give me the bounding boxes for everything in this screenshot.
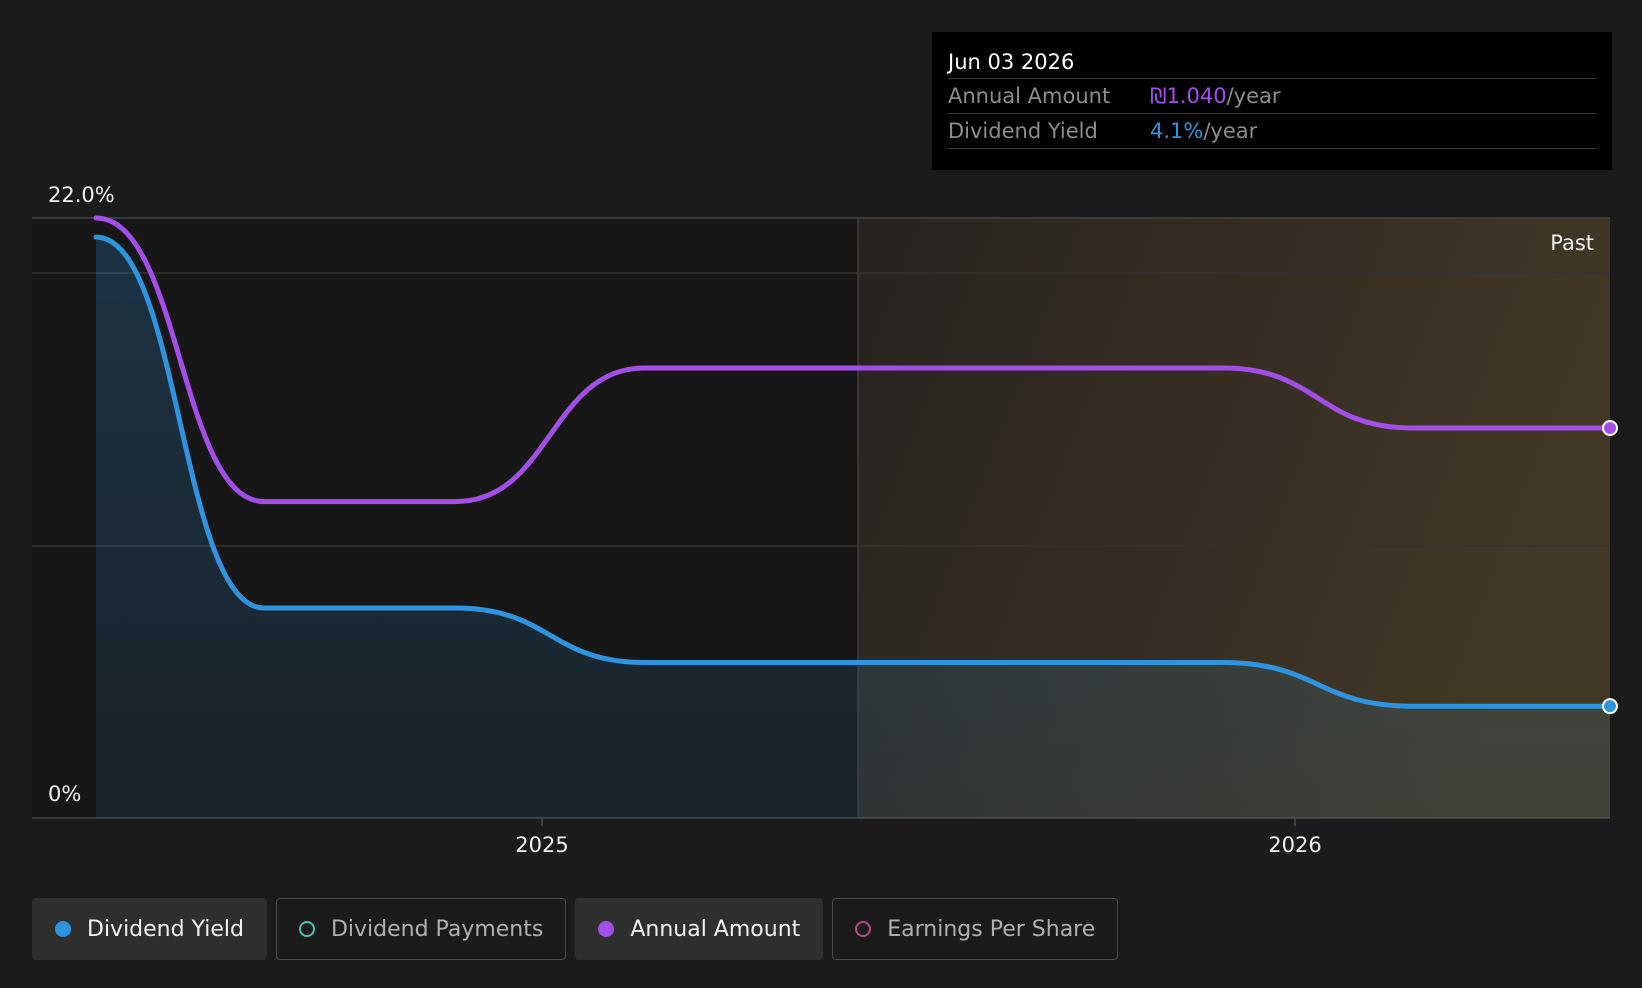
legend-item-annual-amount[interactable]: Annual Amount	[575, 898, 824, 960]
x-tick-label: 2025	[515, 833, 568, 857]
tooltip-value: ₪1.040	[1150, 84, 1227, 108]
dividend-yield-end-point	[1602, 698, 1618, 715]
tooltip-value: 4.1%	[1150, 119, 1204, 143]
legend-item-earnings-per-share[interactable]: Earnings Per Share	[832, 898, 1119, 960]
legend-label: Earnings Per Share	[887, 916, 1096, 942]
legend-dot-icon	[298, 921, 315, 937]
x-tick-label: 2026	[1268, 833, 1321, 857]
legend-label: Annual Amount	[630, 916, 801, 942]
tooltip-label: Dividend Yield	[948, 119, 1098, 143]
legend-item-dividend-yield[interactable]: Dividend Yield	[32, 898, 267, 960]
legend-item-dividend-payments[interactable]: Dividend Payments	[275, 898, 567, 960]
past-label: Past	[1550, 231, 1594, 255]
tooltip-suffix: /year	[1203, 119, 1258, 143]
tooltip: Jun 03 2026 Annual Amount ₪1.040 /year D…	[932, 32, 1612, 170]
tooltip-label: Annual Amount	[948, 84, 1111, 108]
legend-dot-icon	[855, 921, 872, 937]
legend: Dividend Yield Dividend Payments Annual …	[32, 898, 1119, 960]
legend-dot-icon	[598, 921, 615, 937]
tooltip-row-annual-amount: Annual Amount ₪1.040 /year	[948, 79, 1596, 114]
y-axis-min-label: 0%	[48, 782, 81, 806]
legend-label: Dividend Payments	[330, 916, 544, 942]
y-axis-max-label: 22.0%	[48, 183, 115, 207]
legend-label: Dividend Yield	[87, 916, 244, 942]
annual-amount-end-point	[1602, 420, 1618, 436]
legend-dot-icon	[55, 921, 71, 937]
tooltip-row-dividend-yield: Dividend Yield 4.1% /year	[948, 114, 1596, 149]
tooltip-date: Jun 03 2026	[948, 46, 1596, 79]
tooltip-suffix: /year	[1226, 84, 1281, 108]
